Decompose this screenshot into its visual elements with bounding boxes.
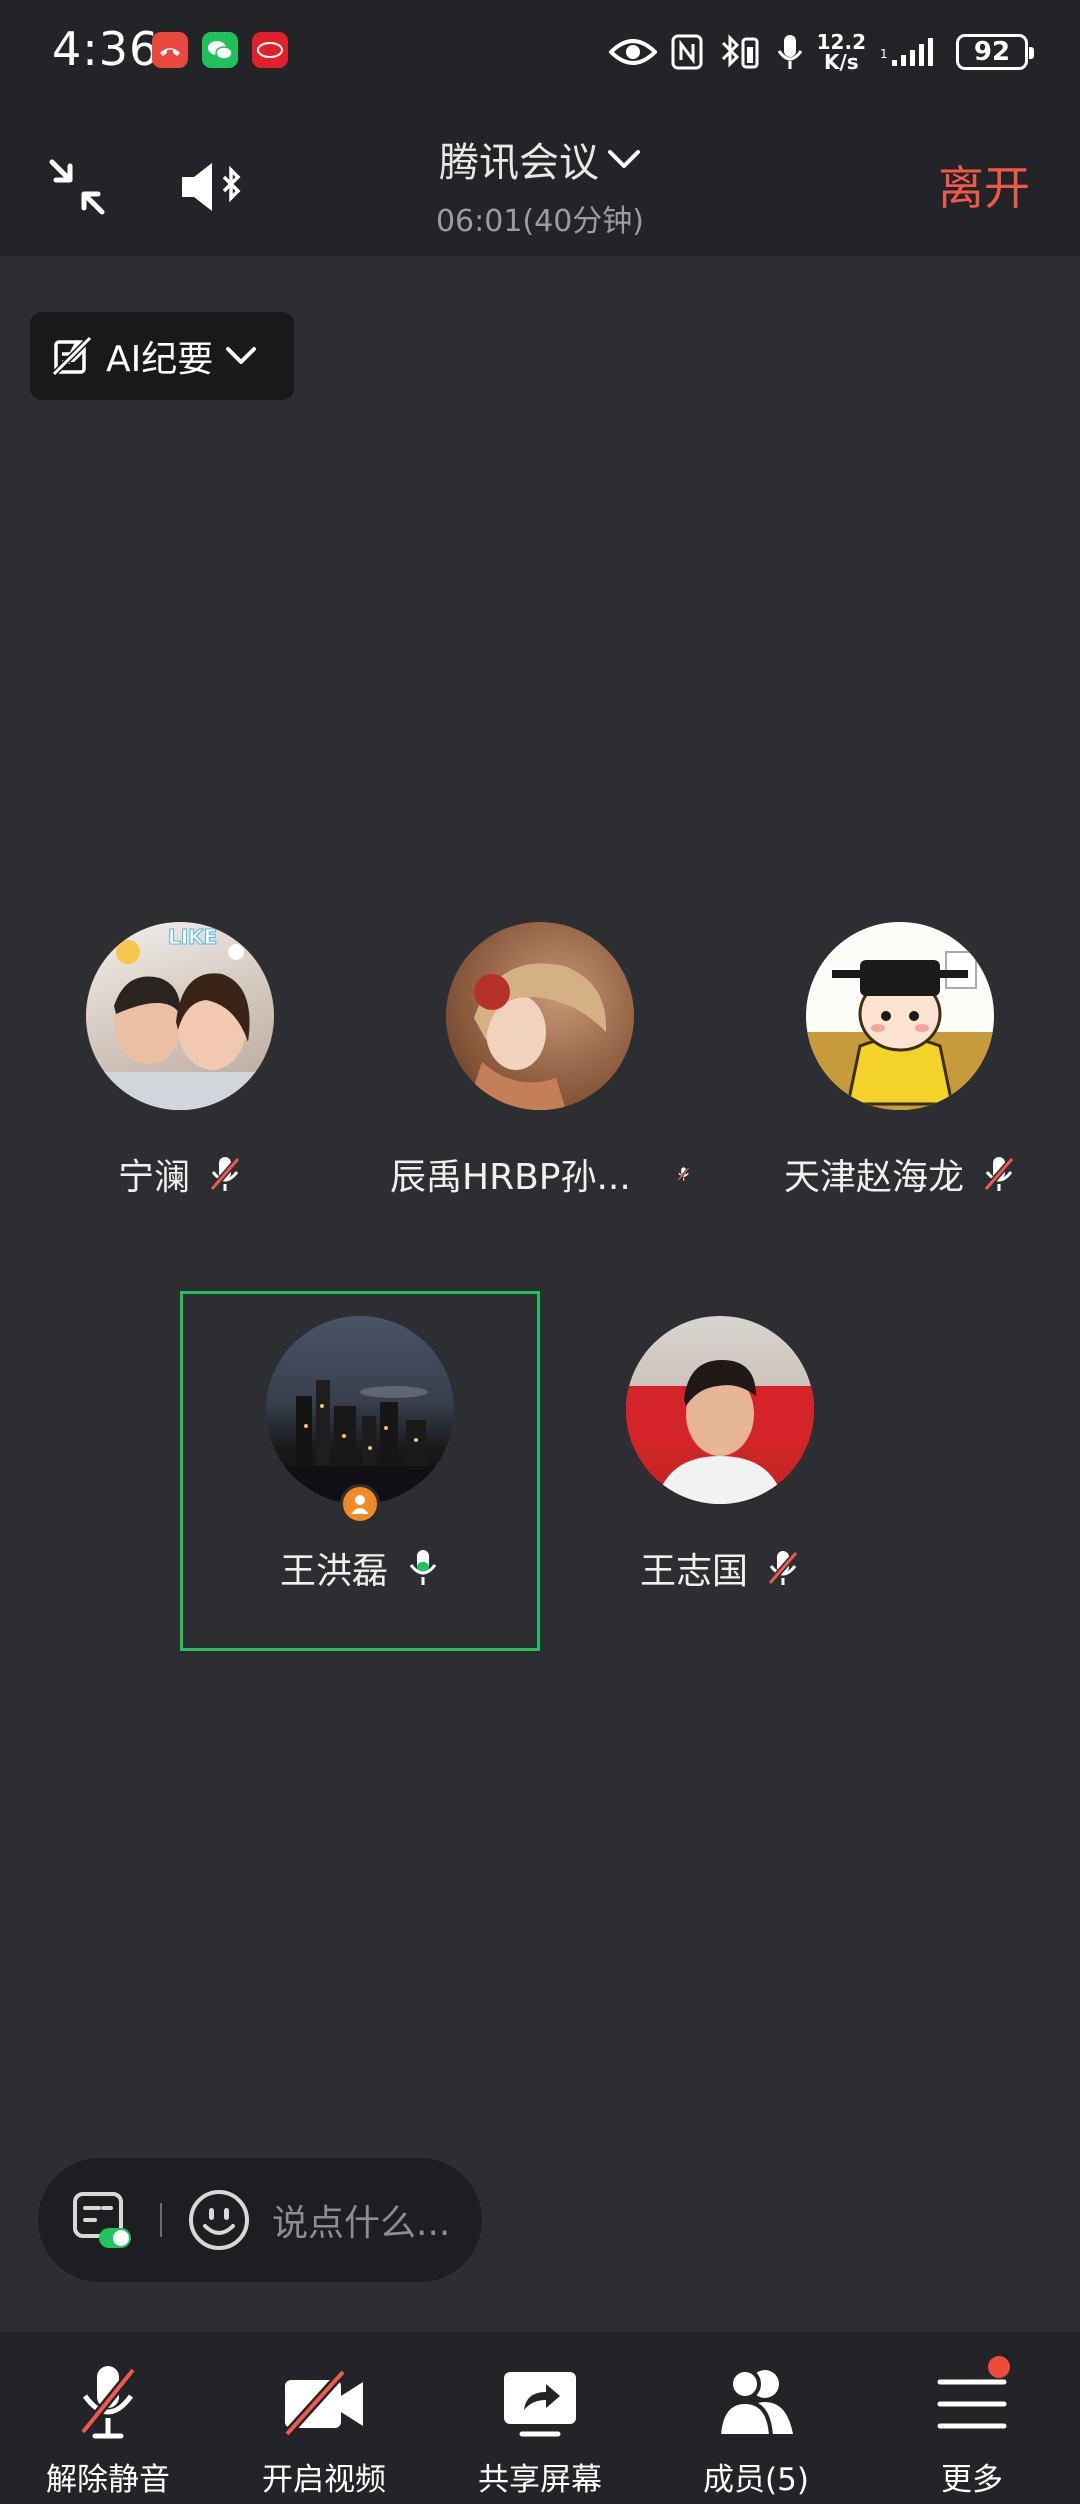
- byd-app-icon: [252, 32, 288, 68]
- more-button[interactable]: 更多: [864, 2332, 1080, 2504]
- share-screen-icon: [504, 2372, 576, 2437]
- participant-name: 宁澜: [117, 1157, 190, 1198]
- signal-icon: 1: [880, 34, 942, 70]
- members-label: 成员(5): [703, 2462, 809, 2498]
- divider: [160, 2203, 162, 2237]
- share-screen-label: 共享屏幕: [478, 2462, 602, 2498]
- status-icons: 12.2 K/s 1 92: [608, 26, 1034, 78]
- participant-tile[interactable]: LIKE 宁澜: [30, 922, 330, 1200]
- participant-name-row: 王志国: [570, 1542, 870, 1594]
- status-time: 4:36: [52, 22, 160, 76]
- share-screen-button[interactable]: 共享屏幕: [432, 2332, 648, 2504]
- mic-on-icon: [409, 1550, 437, 1585]
- avatar: [626, 1316, 814, 1504]
- mic-muted-icon: [983, 1157, 1015, 1191]
- participant-name-row: 天津赵海龙: [750, 1148, 1050, 1200]
- meeting-duration: 06:01(40分钟): [435, 204, 645, 239]
- meeting-title: 腾讯会议: [439, 140, 599, 186]
- avatar: [806, 922, 994, 1110]
- mic-muted-icon: [79, 2366, 137, 2439]
- avatar: [446, 922, 634, 1110]
- members-icon: [716, 2368, 793, 2438]
- participant-name-row: 王洪磊: [210, 1542, 510, 1594]
- members-button[interactable]: 成员(5): [648, 2332, 864, 2504]
- chevron-down-icon: [226, 347, 257, 364]
- host-person-icon: [351, 1495, 369, 1514]
- battery-level: 92: [973, 37, 1011, 67]
- participant-tile[interactable]: 王志国: [570, 1316, 870, 1594]
- host-badge: [340, 1484, 380, 1524]
- bottom-toolbar: 解除静音 开启视频 共享屏幕 成员(5) 更多: [0, 2332, 1080, 2504]
- network-speed-unit: K/s: [823, 50, 859, 74]
- svg-text:1: 1: [880, 47, 888, 61]
- participant-tile[interactable]: 辰禹HRBP孙...: [390, 922, 690, 1200]
- participant-tile[interactable]: 王洪磊: [210, 1316, 510, 1594]
- participant-name-row: 宁澜: [30, 1148, 330, 1200]
- chat-input[interactable]: 说点什么...: [272, 2194, 450, 2246]
- ai-summary-button[interactable]: AI纪要: [30, 312, 294, 400]
- avatar: LIKE: [86, 922, 274, 1110]
- ai-summary-label: AI纪要: [106, 339, 214, 380]
- participant-tile[interactable]: 天津赵海龙: [750, 922, 1050, 1200]
- mic-muted-icon: [209, 1157, 241, 1191]
- network-speed: 12.2 K/s: [817, 32, 866, 72]
- more-label: 更多: [941, 2462, 1003, 2498]
- eye-icon: [608, 36, 657, 68]
- svg-text:LIKE: LIKE: [168, 925, 217, 949]
- mic-muted-icon: [677, 1167, 690, 1181]
- missed-call-icon: [152, 32, 188, 68]
- nfc-icon: [671, 34, 703, 70]
- mic-muted-icon: [767, 1551, 799, 1585]
- caption-toggle-button[interactable]: [66, 2185, 136, 2255]
- emoji-smile-icon: [189, 2190, 249, 2250]
- leave-button[interactable]: 离开: [938, 152, 1030, 218]
- participant-name: 王洪磊: [279, 1551, 388, 1592]
- ai-note-off-icon: [51, 335, 93, 377]
- meeting-header: 腾讯会议 06:01(40分钟) 离开: [0, 104, 1080, 256]
- notification-dot: [988, 2356, 1010, 2378]
- participant-name: 天津赵海龙: [783, 1157, 964, 1198]
- meeting-title-dropdown[interactable]: 腾讯会议: [0, 130, 1080, 188]
- chat-input-bar: 说点什么...: [38, 2158, 482, 2282]
- participant-name-row: 辰禹HRBP孙...: [390, 1148, 690, 1200]
- chevron-down-icon: [608, 150, 640, 168]
- start-video-label: 开启视频: [262, 2462, 386, 2498]
- network-speed-value: 12.2: [816, 30, 866, 54]
- start-video-button[interactable]: 开启视频: [216, 2332, 432, 2504]
- battery-indicator: 92: [956, 34, 1034, 70]
- bluetooth-battery-icon: [717, 33, 763, 71]
- video-off-icon: [283, 2368, 363, 2438]
- emoji-button[interactable]: [186, 2187, 252, 2253]
- participant-name: 王志国: [639, 1551, 748, 1592]
- captions-icon: [73, 2192, 131, 2248]
- unmute-button[interactable]: 解除静音: [0, 2332, 216, 2504]
- unmute-label: 解除静音: [46, 2462, 170, 2498]
- status-bar: 4:36 12.2 K/s 1 92: [0, 0, 1080, 104]
- wechat-icon: [202, 32, 238, 68]
- avatar: [266, 1316, 454, 1504]
- participant-name: 辰禹HRBP孙...: [390, 1157, 631, 1198]
- microphone-status-icon: [777, 33, 803, 71]
